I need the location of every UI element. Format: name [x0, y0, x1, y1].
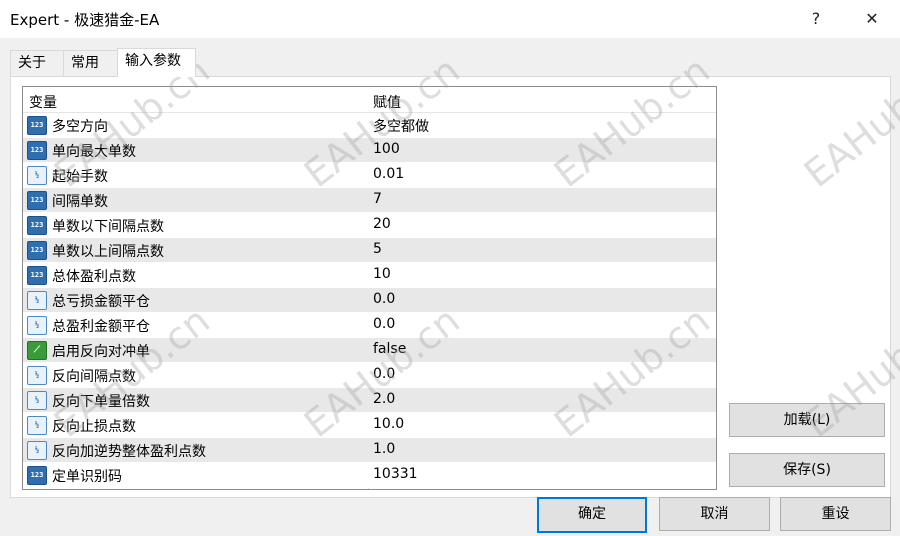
double-type-icon: ½ [27, 391, 47, 410]
param-row[interactable]: 123 多空方向 多空都做 [23, 113, 716, 138]
param-value[interactable]: 0.0 [373, 316, 395, 332]
param-name: 单向最大单数 [52, 144, 136, 160]
close-icon: ✕ [865, 9, 879, 28]
integer-type-icon: 123 [27, 466, 47, 485]
param-name: 总体盈利点数 [52, 269, 136, 285]
param-value[interactable]: 20 [373, 216, 391, 232]
tab-inputs[interactable]: 输入参数 [117, 48, 196, 77]
param-name: 定单识别码 [52, 469, 122, 485]
param-value[interactable]: 10 [373, 266, 391, 282]
integer-type-icon: 123 [27, 116, 47, 135]
param-value[interactable]: 10331 [373, 466, 418, 482]
param-value[interactable]: 0.0 [373, 291, 395, 307]
param-row[interactable]: ½ 反向下单量倍数 2.0 [23, 388, 716, 413]
param-row[interactable]: 123 单向最大单数 100 [23, 138, 716, 163]
help-button[interactable]: ? [794, 4, 838, 34]
title-bar: Expert - 极速猎金-EA ? ✕ [0, 0, 900, 38]
double-type-icon: ½ [27, 291, 47, 310]
integer-type-icon: 123 [27, 191, 47, 210]
param-row[interactable]: ½ 反向加逆势整体盈利点数 1.0 [23, 438, 716, 463]
param-name: 单数以上间隔点数 [52, 244, 164, 260]
tab-common[interactable]: 常用 [63, 50, 119, 76]
param-name: 反向下单量倍数 [52, 394, 150, 410]
param-value[interactable]: 7 [373, 191, 382, 207]
param-value[interactable]: 100 [373, 141, 400, 157]
param-row[interactable]: ½ 起始手数 0.01 [23, 163, 716, 188]
double-type-icon: ½ [27, 416, 47, 435]
param-name: 总盈利金额平仓 [52, 319, 150, 335]
double-type-icon: ½ [27, 316, 47, 335]
tab-about[interactable]: 关于 [10, 50, 66, 76]
param-name: 反向止损点数 [52, 419, 136, 435]
param-row[interactable]: ½ 反向间隔点数 0.0 [23, 363, 716, 388]
reset-button[interactable]: 重设 [780, 497, 891, 531]
header-value[interactable]: 赋值 [373, 92, 401, 112]
param-row[interactable]: ½ 总盈利金额平仓 0.0 [23, 313, 716, 338]
param-name: 反向加逆势整体盈利点数 [52, 444, 206, 460]
integer-type-icon: 123 [27, 241, 47, 260]
window-title: Expert - 极速猎金-EA [10, 11, 160, 29]
double-type-icon: ½ [27, 366, 47, 385]
integer-type-icon: 123 [27, 216, 47, 235]
save-button[interactable]: 保存(S) [729, 453, 885, 487]
param-name: 启用反向对冲单 [52, 344, 150, 360]
param-name: 反向间隔点数 [52, 369, 136, 385]
close-button[interactable]: ✕ [850, 4, 894, 34]
param-name: 单数以下间隔点数 [52, 219, 164, 235]
param-value[interactable]: false [373, 341, 406, 357]
param-value[interactable]: 0.01 [373, 166, 404, 182]
param-row[interactable]: ½ 总亏损金额平仓 0.0 [23, 288, 716, 313]
parameters-grid[interactable]: 变量 赋值 123 多空方向 多空都做 123 单向最大单数 100 ½ 起始手数 0.01 12… [22, 86, 717, 490]
param-name: 起始手数 [52, 169, 108, 185]
param-value[interactable]: 5 [373, 241, 382, 257]
param-row[interactable]: 123 间隔单数 7 [23, 188, 716, 213]
param-row[interactable]: 123 定单识别码 10331 [23, 463, 716, 488]
boolean-type-icon: ⟋ [27, 341, 47, 360]
param-row[interactable]: 123 总体盈利点数 10 [23, 263, 716, 288]
param-row[interactable]: 123 单数以下间隔点数 20 [23, 213, 716, 238]
double-type-icon: ½ [27, 441, 47, 460]
param-name: 总亏损金额平仓 [52, 294, 150, 310]
param-value[interactable]: 0.0 [373, 366, 395, 382]
param-row[interactable]: ⟋ 启用反向对冲单 false [23, 338, 716, 363]
param-row[interactable]: 123 单数以上间隔点数 5 [23, 238, 716, 263]
param-row[interactable]: ½ 反向止损点数 10.0 [23, 413, 716, 438]
double-type-icon: ½ [27, 166, 47, 185]
integer-type-icon: 123 [27, 266, 47, 285]
param-value[interactable]: 10.0 [373, 416, 404, 432]
grid-header: 变量 赋值 [23, 87, 716, 113]
load-button[interactable]: 加载(L) [729, 403, 885, 437]
param-value[interactable]: 2.0 [373, 391, 395, 407]
cancel-button[interactable]: 取消 [659, 497, 770, 531]
header-variable[interactable]: 变量 [29, 92, 57, 112]
param-name: 间隔单数 [52, 194, 108, 210]
param-name: 多空方向 [52, 119, 108, 135]
ok-button[interactable]: 确定 [537, 497, 647, 533]
integer-type-icon: 123 [27, 141, 47, 160]
param-value[interactable]: 多空都做 [373, 116, 429, 136]
param-value[interactable]: 1.0 [373, 441, 395, 457]
